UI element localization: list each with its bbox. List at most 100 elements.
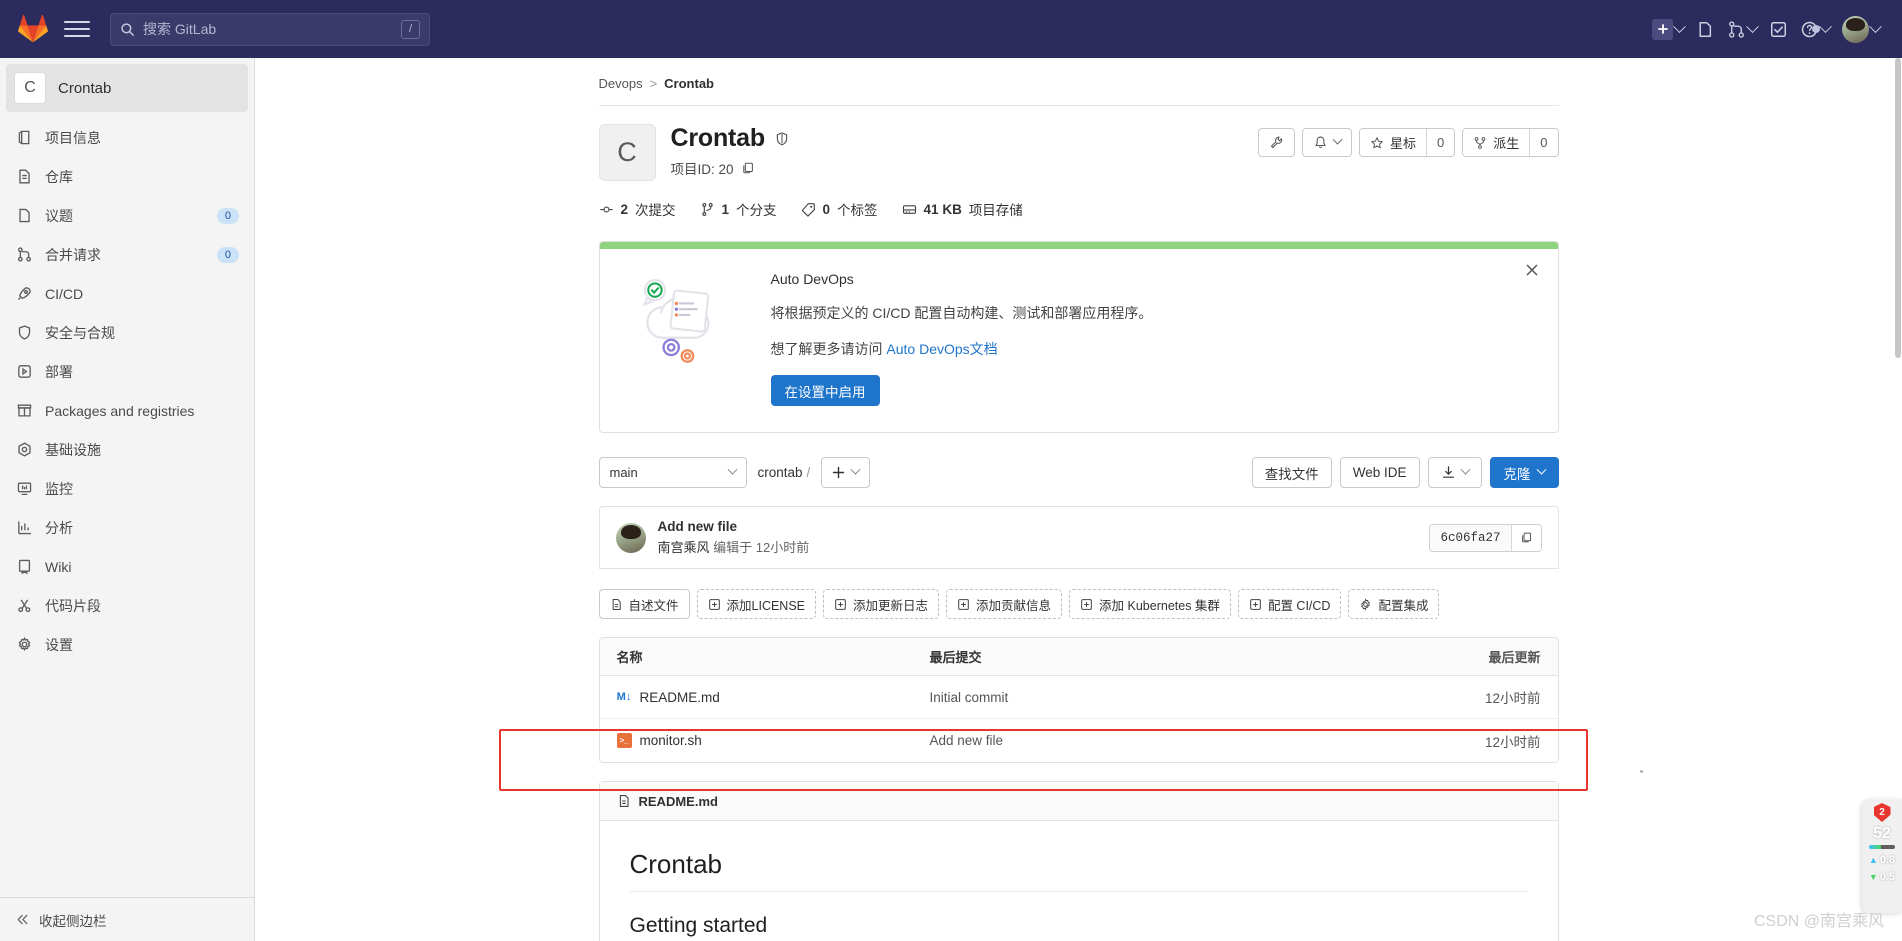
sidebar-item-cicd[interactable]: CI/CD bbox=[6, 274, 248, 313]
stat-storage[interactable]: 41 KB 项目存储 bbox=[902, 199, 1023, 219]
hamburger-menu-button[interactable] bbox=[64, 16, 90, 42]
tag-icon bbox=[801, 202, 815, 217]
file-name-link[interactable]: monitor.sh bbox=[640, 733, 702, 748]
quick-action-setup-cicd[interactable]: 配置 CI/CD bbox=[1237, 589, 1342, 619]
quick-action-readme[interactable]: 自述文件 bbox=[598, 589, 690, 619]
enable-in-settings-button[interactable]: 在设置中启用 bbox=[770, 375, 880, 406]
web-ide-button[interactable]: Web IDE bbox=[1339, 457, 1420, 488]
sidebar-item-wiki[interactable]: Wiki bbox=[6, 547, 248, 586]
sidebar-item-settings[interactable]: 设置 bbox=[6, 625, 248, 664]
commit-message[interactable]: Add new file bbox=[658, 519, 810, 534]
gitlab-logo[interactable] bbox=[18, 14, 48, 44]
upload-arrow-icon: ▲ bbox=[1868, 854, 1878, 865]
create-new-menu[interactable] bbox=[1648, 14, 1688, 45]
commit-sha[interactable]: 6c06fa27 bbox=[1430, 524, 1511, 551]
sidebar-item-monitor[interactable]: 监控 bbox=[6, 469, 248, 508]
download-icon bbox=[1442, 466, 1454, 478]
clone-button[interactable]: 克隆 bbox=[1489, 457, 1559, 488]
notifications-button[interactable] bbox=[1302, 128, 1352, 157]
sidebar-item-analytics[interactable]: 分析 bbox=[6, 508, 248, 547]
banner-body: Auto DevOps 将根据预定义的 CI/CD 配置自动构建、测试和部署应用… bbox=[599, 249, 1558, 432]
clone-label: 克隆 bbox=[1503, 466, 1531, 482]
vertical-scrollbar[interactable] bbox=[1894, 58, 1902, 941]
repository-files-table: 名称 最后提交 最后更新 M↓ README.md Initial commit… bbox=[598, 637, 1559, 763]
stat-value: 0 bbox=[822, 201, 831, 217]
sidebar-item-project-info[interactable]: 项目信息 bbox=[6, 118, 248, 157]
quick-action-label: 自述文件 bbox=[628, 598, 679, 613]
sidebar-item-security[interactable]: 安全与合规 bbox=[6, 313, 248, 352]
commit-sha-group: 6c06fa27 bbox=[1429, 523, 1542, 552]
sidebar-project-header[interactable]: C Crontab bbox=[6, 64, 248, 112]
collapse-sidebar-button[interactable]: 收起侧边栏 bbox=[0, 897, 254, 941]
file-commit-cell[interactable]: Add new file bbox=[930, 733, 1408, 748]
star-button[interactable]: 星标 0 bbox=[1359, 128, 1456, 157]
readme-filename[interactable]: README.md bbox=[639, 794, 718, 809]
commit-action: 编辑于 bbox=[713, 540, 753, 555]
find-file-button[interactable]: 查找文件 bbox=[1251, 457, 1332, 488]
sidebar-item-issues[interactable]: 议题 0 bbox=[6, 196, 248, 235]
page-title: Crontab bbox=[670, 124, 766, 152]
stat-branches[interactable]: 1 个分支 bbox=[700, 199, 777, 219]
branch-selector[interactable]: main bbox=[598, 457, 747, 488]
file-commit-cell[interactable]: Initial commit bbox=[930, 690, 1408, 705]
quick-actions-row: 自述文件 添加LICENSE 添加更新日志 添加贡献信息 添加 Kubernet… bbox=[598, 589, 1559, 619]
sidebar-item-label: Wiki bbox=[45, 558, 72, 575]
sidebar-item-infrastructure[interactable]: 基础设施 bbox=[6, 430, 248, 469]
banner-close-button[interactable] bbox=[1524, 262, 1540, 278]
stat-commits[interactable]: 2 次提交 bbox=[599, 199, 676, 219]
project-settings-button[interactable] bbox=[1258, 128, 1295, 157]
sidebar-item-label: 分析 bbox=[45, 519, 73, 536]
column-header-name: 名称 bbox=[616, 650, 643, 665]
stat-tags[interactable]: 0 个标签 bbox=[801, 199, 878, 219]
table-row[interactable]: M↓ README.md Initial commit 12小时前 bbox=[599, 676, 1558, 719]
fork-button[interactable]: 派生 0 bbox=[1462, 128, 1559, 157]
gear-icon bbox=[1361, 597, 1371, 611]
sidebar-item-deploy[interactable]: 部署 bbox=[6, 352, 248, 391]
breadcrumb-project[interactable]: Crontab bbox=[664, 76, 714, 91]
commit-author[interactable]: 南宫乘风 bbox=[658, 540, 710, 555]
file-updated-cell: 12小时前 bbox=[1484, 734, 1541, 750]
quick-action-add-kubernetes-cluster[interactable]: 添加 Kubernetes 集群 bbox=[1069, 589, 1231, 619]
sidebar-item-packages[interactable]: Packages and registries bbox=[6, 391, 248, 430]
stat-label: 个标签 bbox=[837, 203, 878, 218]
copy-sha-button[interactable] bbox=[1510, 524, 1541, 551]
table-row[interactable]: >_ monitor.sh Add new file 12小时前 bbox=[599, 719, 1558, 762]
project-title-block: Crontab 项目ID: 20 bbox=[671, 124, 790, 178]
chevron-down-icon bbox=[1460, 464, 1470, 475]
project-info-icon bbox=[15, 129, 33, 147]
download-source-button[interactable] bbox=[1427, 457, 1482, 488]
quick-action-add-contribution-guide[interactable]: 添加贡献信息 bbox=[946, 589, 1063, 619]
sidebar-item-merge-requests[interactable]: 合并请求 0 bbox=[6, 235, 248, 274]
stat-value: 2 bbox=[620, 201, 629, 217]
analytics-icon bbox=[15, 519, 33, 537]
project-action-buttons: 星标 0 派生 0 bbox=[1258, 124, 1559, 157]
todos-link[interactable] bbox=[1765, 15, 1792, 44]
cpu-usage-value: 52 bbox=[1873, 825, 1891, 842]
copy-icon[interactable] bbox=[741, 161, 755, 175]
plus-box-icon bbox=[708, 598, 720, 610]
search-input[interactable]: 搜索 GitLab / bbox=[110, 12, 430, 46]
star-label-group[interactable]: 星标 bbox=[1360, 129, 1427, 156]
close-icon bbox=[1526, 264, 1537, 276]
file-name-cell: >_ monitor.sh bbox=[600, 733, 930, 748]
file-name-link[interactable]: README.md bbox=[640, 690, 720, 705]
breadcrumb-group[interactable]: Devops bbox=[599, 76, 643, 91]
issues-link[interactable] bbox=[1692, 15, 1719, 44]
readme-content: Crontab Getting started bbox=[600, 821, 1558, 941]
issues-icon bbox=[1699, 21, 1712, 37]
quick-action-add-changelog[interactable]: 添加更新日志 bbox=[823, 589, 940, 619]
merge-requests-menu[interactable] bbox=[1723, 15, 1761, 44]
quick-action-configure-integrations[interactable]: 配置集成 bbox=[1348, 589, 1440, 619]
wrench-icon bbox=[1270, 136, 1283, 149]
auto-devops-docs-link[interactable]: Auto DevOps文档 bbox=[886, 341, 997, 357]
user-menu[interactable] bbox=[1838, 11, 1884, 48]
path-root[interactable]: crontab bbox=[758, 465, 803, 480]
sidebar-item-repository[interactable]: 仓库 bbox=[6, 157, 248, 196]
help-menu[interactable] bbox=[1796, 15, 1834, 44]
banner-title: Auto DevOps bbox=[770, 271, 854, 287]
add-to-repository-button[interactable] bbox=[821, 457, 871, 488]
sidebar-item-snippets[interactable]: 代码片段 bbox=[6, 586, 248, 625]
quick-action-add-license[interactable]: 添加LICENSE bbox=[696, 589, 817, 619]
fork-label-group[interactable]: 派生 bbox=[1463, 129, 1530, 156]
scrollbar-thumb[interactable] bbox=[1895, 58, 1901, 358]
